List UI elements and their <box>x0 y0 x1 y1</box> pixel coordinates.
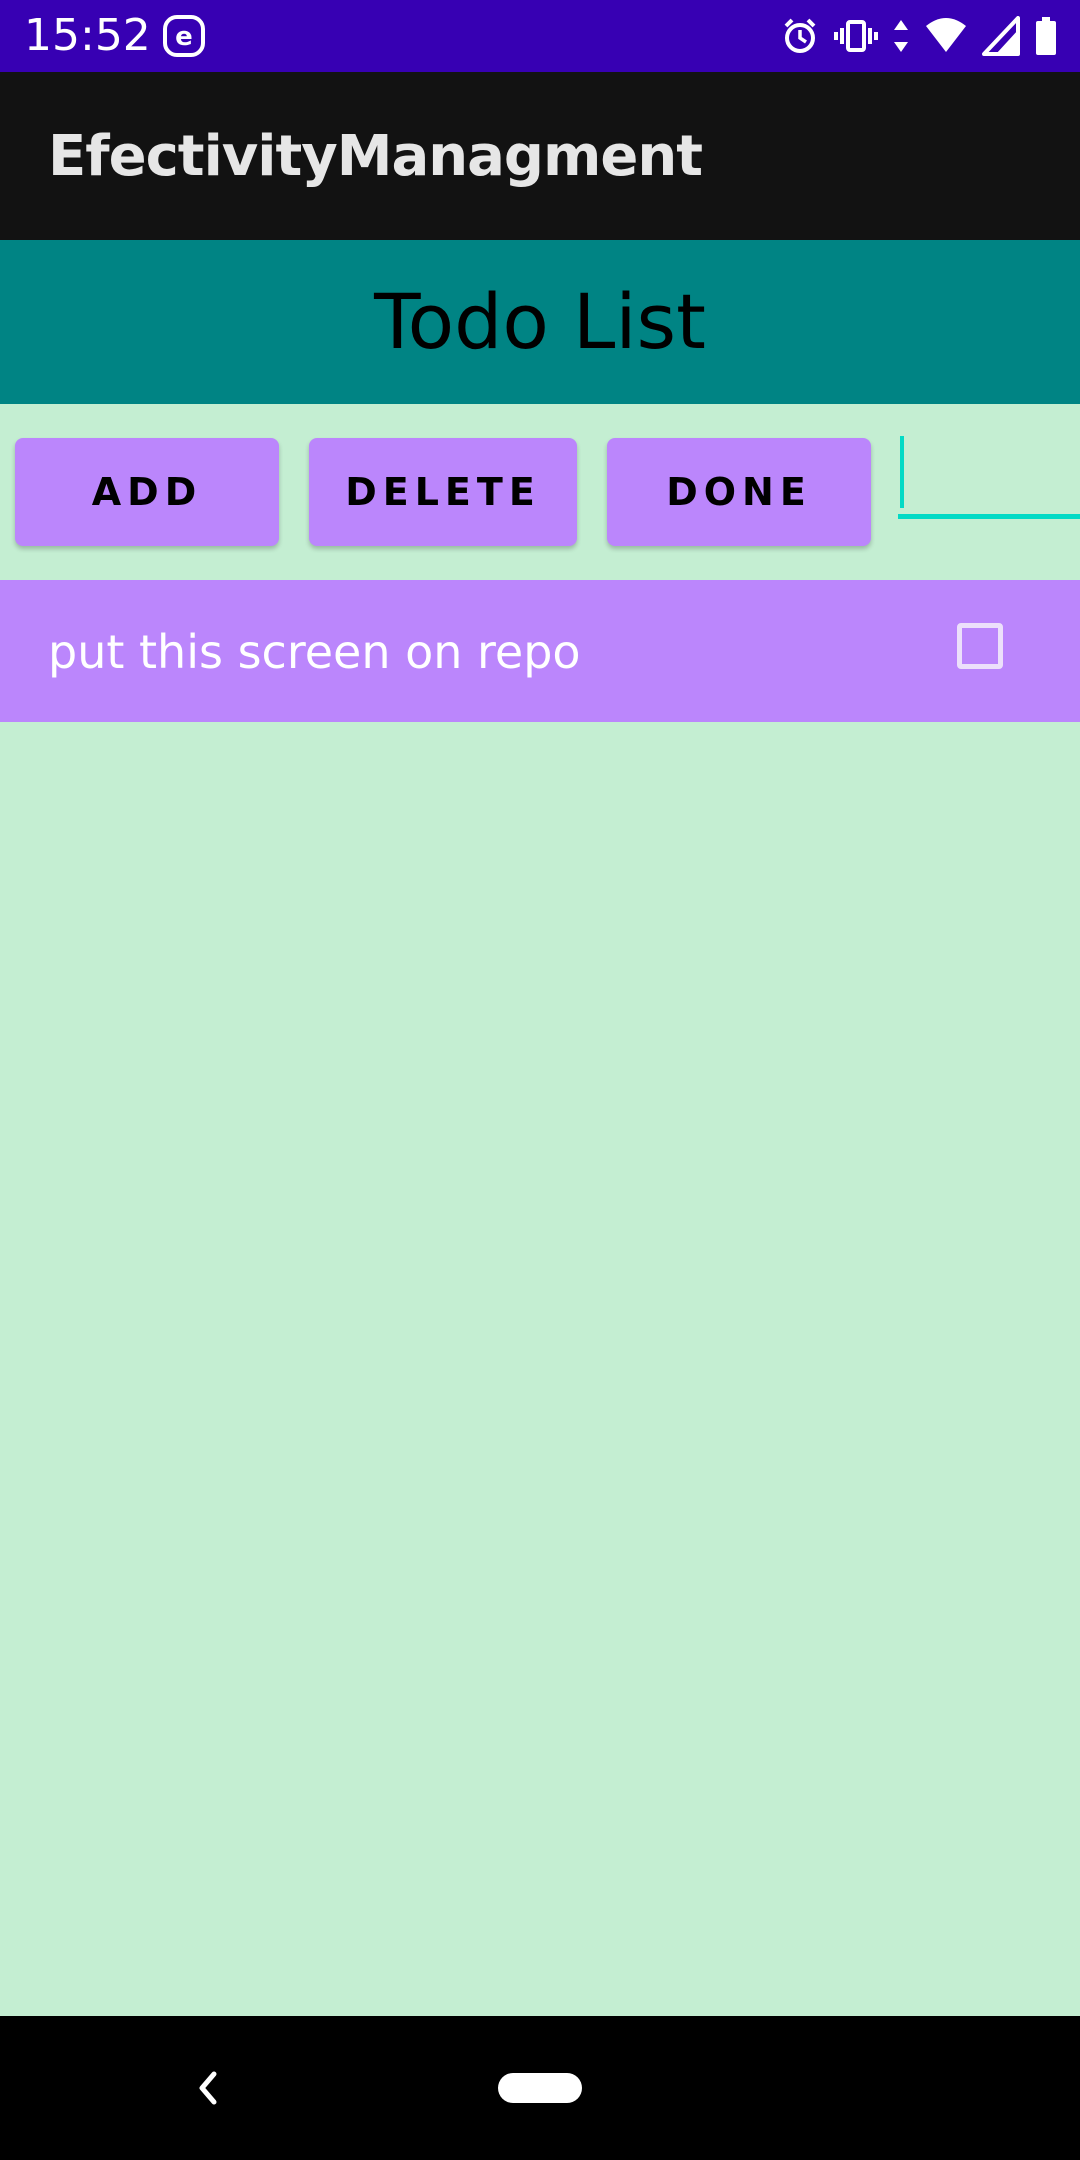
app-bar: EfectivityManagment <box>0 72 1080 240</box>
wifi-icon <box>924 16 968 56</box>
todo-header: Todo List <box>0 240 1080 404</box>
status-icons <box>780 12 1058 60</box>
status-time: 15:52 <box>24 10 151 61</box>
todo-item-text: put this screen on repo <box>48 625 581 679</box>
delete-button[interactable]: DELETE <box>309 438 577 546</box>
app-screen: 15:52 e EfectivityManagment Todo List AD… <box>0 0 1080 2160</box>
status-bar: 15:52 e <box>0 0 1080 72</box>
home-pill-icon[interactable] <box>498 2073 582 2103</box>
add-button[interactable]: ADD <box>15 438 279 546</box>
app-title: EfectivityManagment <box>48 124 703 189</box>
navigation-bar <box>0 2016 1080 2160</box>
svg-text:e: e <box>175 22 193 52</box>
page-title: Todo List <box>374 277 706 366</box>
task-input[interactable] <box>898 434 1080 514</box>
todo-checkbox[interactable] <box>957 623 1003 669</box>
text-cursor <box>900 436 904 508</box>
cell-signal-icon <box>982 16 1020 56</box>
input-underline <box>898 514 1080 519</box>
alarm-icon <box>780 16 820 56</box>
battery-icon <box>1034 16 1058 56</box>
todo-list: put this screen on repo <box>0 580 1080 722</box>
vibrate-icon <box>834 16 878 56</box>
list-item[interactable]: put this screen on repo <box>0 580 1080 722</box>
data-arrows-icon <box>892 16 910 56</box>
e-notification-icon: e <box>162 14 206 58</box>
back-chevron-icon[interactable] <box>188 2064 228 2112</box>
task-input-container[interactable] <box>898 434 1080 520</box>
done-button[interactable]: DONE <box>607 438 871 546</box>
